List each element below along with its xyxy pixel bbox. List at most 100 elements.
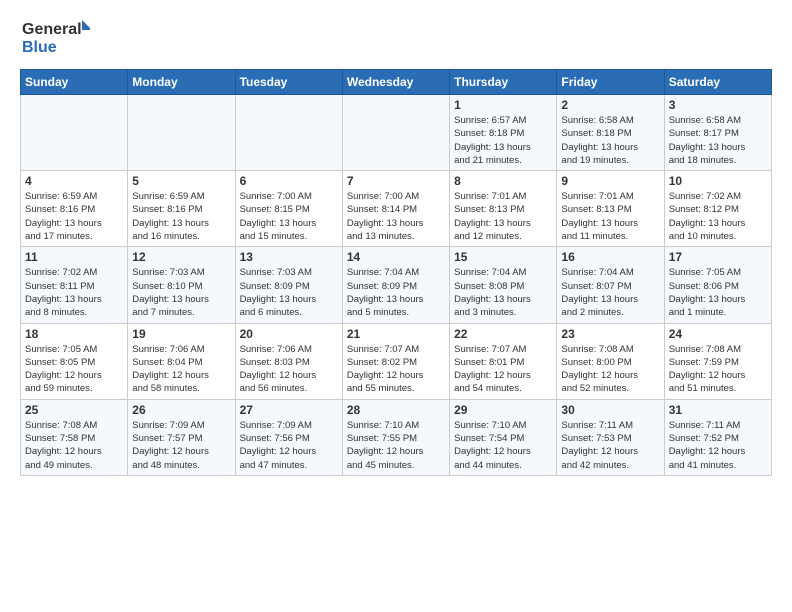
- day-info: Sunrise: 7:04 AM Sunset: 8:08 PM Dayligh…: [454, 266, 552, 319]
- day-number: 8: [454, 174, 552, 188]
- day-number: 2: [561, 98, 659, 112]
- day-info: Sunrise: 7:06 AM Sunset: 8:04 PM Dayligh…: [132, 343, 230, 396]
- calendar-cell: [235, 95, 342, 171]
- day-info: Sunrise: 7:10 AM Sunset: 7:55 PM Dayligh…: [347, 419, 445, 472]
- calendar-week-2: 4 Sunrise: 6:59 AM Sunset: 8:16 PM Daylig…: [21, 171, 772, 247]
- day-number: 22: [454, 327, 552, 341]
- svg-text:Blue: Blue: [22, 39, 57, 56]
- day-info: Sunrise: 7:03 AM Sunset: 8:10 PM Dayligh…: [132, 266, 230, 319]
- day-info: Sunrise: 7:08 AM Sunset: 7:59 PM Dayligh…: [669, 343, 767, 396]
- calendar-cell: 3 Sunrise: 6:58 AM Sunset: 8:17 PM Daylig…: [664, 95, 771, 171]
- header-thursday: Thursday: [450, 70, 557, 95]
- calendar-cell: 12 Sunrise: 7:03 AM Sunset: 8:10 PM Dayli…: [128, 247, 235, 323]
- calendar-cell: 25 Sunrise: 7:08 AM Sunset: 7:58 PM Dayli…: [21, 399, 128, 475]
- calendar-cell: 23Sunrise: 7:08 AM Sunset: 8:00 PM Dayli…: [557, 323, 664, 399]
- calendar-header-row: SundayMondayTuesdayWednesdayThursdayFrid…: [21, 70, 772, 95]
- day-number: 31: [669, 403, 767, 417]
- day-number: 29: [454, 403, 552, 417]
- day-number: 26: [132, 403, 230, 417]
- calendar-week-1: 1Sunrise: 6:57 AM Sunset: 8:18 PM Daylig…: [21, 95, 772, 171]
- calendar-cell: 26 Sunrise: 7:09 AM Sunset: 7:57 PM Dayli…: [128, 399, 235, 475]
- header-monday: Monday: [128, 70, 235, 95]
- day-number: 27: [240, 403, 338, 417]
- calendar-cell: 30 Sunrise: 7:11 AM Sunset: 7:53 PM Dayli…: [557, 399, 664, 475]
- day-number: 18: [25, 327, 123, 341]
- day-number: 21: [347, 327, 445, 341]
- day-number: 9: [561, 174, 659, 188]
- day-info: Sunrise: 7:04 AM Sunset: 8:09 PM Dayligh…: [347, 266, 445, 319]
- calendar-week-5: 25 Sunrise: 7:08 AM Sunset: 7:58 PM Dayli…: [21, 399, 772, 475]
- day-number: 23: [561, 327, 659, 341]
- calendar-cell: 14 Sunrise: 7:04 AM Sunset: 8:09 PM Dayli…: [342, 247, 449, 323]
- calendar-cell: 20 Sunrise: 7:06 AM Sunset: 8:03 PM Dayli…: [235, 323, 342, 399]
- header-saturday: Saturday: [664, 70, 771, 95]
- day-info: Sunrise: 6:58 AM Sunset: 8:18 PM Dayligh…: [561, 114, 659, 167]
- calendar-cell: 21 Sunrise: 7:07 AM Sunset: 8:02 PM Dayli…: [342, 323, 449, 399]
- calendar-cell: [342, 95, 449, 171]
- day-number: 15: [454, 250, 552, 264]
- calendar-cell: [21, 95, 128, 171]
- day-info: Sunrise: 7:01 AM Sunset: 8:13 PM Dayligh…: [454, 190, 552, 243]
- calendar-cell: 16Sunrise: 7:04 AM Sunset: 8:07 PM Dayli…: [557, 247, 664, 323]
- day-number: 24: [669, 327, 767, 341]
- calendar-cell: 17 Sunrise: 7:05 AM Sunset: 8:06 PM Dayli…: [664, 247, 771, 323]
- day-info: Sunrise: 6:59 AM Sunset: 8:16 PM Dayligh…: [132, 190, 230, 243]
- day-number: 10: [669, 174, 767, 188]
- day-info: Sunrise: 6:59 AM Sunset: 8:16 PM Dayligh…: [25, 190, 123, 243]
- calendar-cell: 2 Sunrise: 6:58 AM Sunset: 8:18 PM Daylig…: [557, 95, 664, 171]
- calendar-cell: 13 Sunrise: 7:03 AM Sunset: 8:09 PM Dayli…: [235, 247, 342, 323]
- day-info: Sunrise: 7:09 AM Sunset: 7:57 PM Dayligh…: [132, 419, 230, 472]
- day-number: 30: [561, 403, 659, 417]
- day-info: Sunrise: 7:01 AM Sunset: 8:13 PM Dayligh…: [561, 190, 659, 243]
- logo: General Blue: [20, 16, 90, 61]
- day-number: 12: [132, 250, 230, 264]
- calendar-week-3: 11Sunrise: 7:02 AM Sunset: 8:11 PM Dayli…: [21, 247, 772, 323]
- calendar-cell: 31 Sunrise: 7:11 AM Sunset: 7:52 PM Dayli…: [664, 399, 771, 475]
- day-number: 3: [669, 98, 767, 112]
- day-info: Sunrise: 7:03 AM Sunset: 8:09 PM Dayligh…: [240, 266, 338, 319]
- day-info: Sunrise: 7:10 AM Sunset: 7:54 PM Dayligh…: [454, 419, 552, 472]
- header-wednesday: Wednesday: [342, 70, 449, 95]
- calendar-cell: 10 Sunrise: 7:02 AM Sunset: 8:12 PM Dayli…: [664, 171, 771, 247]
- calendar-cell: 6 Sunrise: 7:00 AM Sunset: 8:15 PM Daylig…: [235, 171, 342, 247]
- day-info: Sunrise: 7:08 AM Sunset: 7:58 PM Dayligh…: [25, 419, 123, 472]
- logo-svg: General Blue: [20, 16, 90, 61]
- day-info: Sunrise: 7:00 AM Sunset: 8:15 PM Dayligh…: [240, 190, 338, 243]
- day-number: 5: [132, 174, 230, 188]
- calendar-cell: 27Sunrise: 7:09 AM Sunset: 7:56 PM Dayli…: [235, 399, 342, 475]
- calendar-cell: 29 Sunrise: 7:10 AM Sunset: 7:54 PM Dayli…: [450, 399, 557, 475]
- day-number: 17: [669, 250, 767, 264]
- day-number: 20: [240, 327, 338, 341]
- day-number: 28: [347, 403, 445, 417]
- day-info: Sunrise: 7:11 AM Sunset: 7:53 PM Dayligh…: [561, 419, 659, 472]
- day-info: Sunrise: 7:05 AM Sunset: 8:06 PM Dayligh…: [669, 266, 767, 319]
- calendar-cell: 22 Sunrise: 7:07 AM Sunset: 8:01 PM Dayli…: [450, 323, 557, 399]
- calendar-cell: 7Sunrise: 7:00 AM Sunset: 8:14 PM Daylig…: [342, 171, 449, 247]
- day-info: Sunrise: 7:02 AM Sunset: 8:12 PM Dayligh…: [669, 190, 767, 243]
- day-number: 1: [454, 98, 552, 112]
- day-number: 25: [25, 403, 123, 417]
- day-number: 16: [561, 250, 659, 264]
- calendar-week-4: 18 Sunrise: 7:05 AM Sunset: 8:05 PM Dayli…: [21, 323, 772, 399]
- day-number: 14: [347, 250, 445, 264]
- calendar-cell: 1Sunrise: 6:57 AM Sunset: 8:18 PM Daylig…: [450, 95, 557, 171]
- calendar-cell: 28 Sunrise: 7:10 AM Sunset: 7:55 PM Dayli…: [342, 399, 449, 475]
- header-sunday: Sunday: [21, 70, 128, 95]
- calendar-cell: 9 Sunrise: 7:01 AM Sunset: 8:13 PM Daylig…: [557, 171, 664, 247]
- day-info: Sunrise: 7:05 AM Sunset: 8:05 PM Dayligh…: [25, 343, 123, 396]
- day-info: Sunrise: 6:58 AM Sunset: 8:17 PM Dayligh…: [669, 114, 767, 167]
- header-tuesday: Tuesday: [235, 70, 342, 95]
- day-info: Sunrise: 7:06 AM Sunset: 8:03 PM Dayligh…: [240, 343, 338, 396]
- calendar-table: SundayMondayTuesdayWednesdayThursdayFrid…: [20, 69, 772, 476]
- calendar-cell: [128, 95, 235, 171]
- day-info: Sunrise: 7:07 AM Sunset: 8:01 PM Dayligh…: [454, 343, 552, 396]
- day-info: Sunrise: 7:11 AM Sunset: 7:52 PM Dayligh…: [669, 419, 767, 472]
- page-header: General Blue: [20, 16, 772, 61]
- day-number: 13: [240, 250, 338, 264]
- calendar-cell: 4 Sunrise: 6:59 AM Sunset: 8:16 PM Daylig…: [21, 171, 128, 247]
- day-info: Sunrise: 7:07 AM Sunset: 8:02 PM Dayligh…: [347, 343, 445, 396]
- day-number: 4: [25, 174, 123, 188]
- calendar-cell: 8 Sunrise: 7:01 AM Sunset: 8:13 PM Daylig…: [450, 171, 557, 247]
- day-number: 11: [25, 250, 123, 264]
- day-number: 6: [240, 174, 338, 188]
